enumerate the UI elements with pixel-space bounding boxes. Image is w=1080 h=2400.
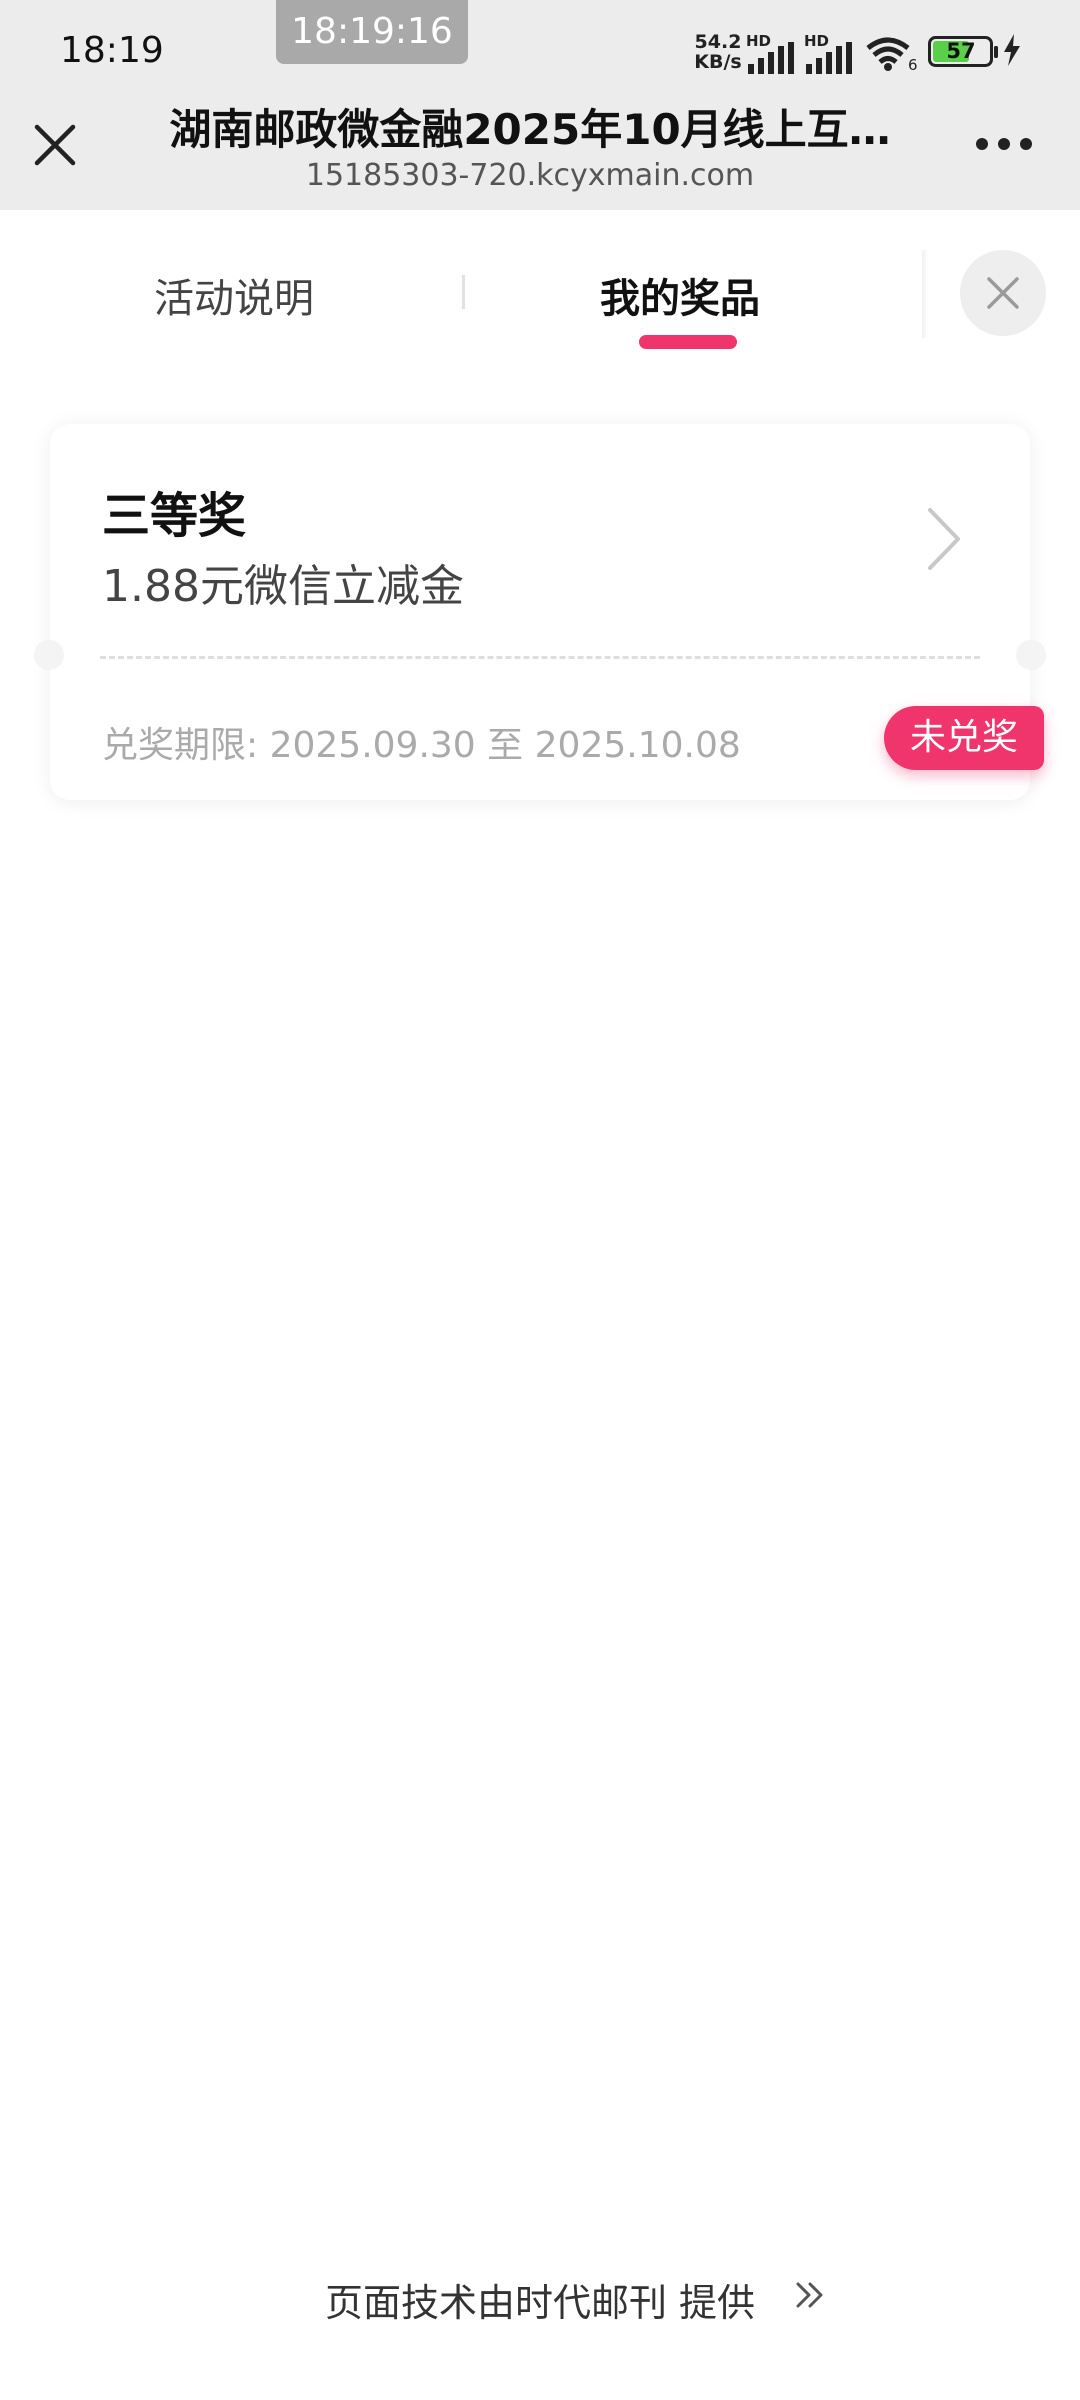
redeem-period-sep: 至 (487, 725, 524, 766)
battery-level: 57 (946, 39, 976, 63)
close-icon (987, 277, 1019, 309)
tab-activity-rules[interactable]: 活动说明 (154, 266, 314, 324)
footer: 页面技术由时代邮刊 提供 (0, 2272, 1080, 2327)
page-url: 15185303-720.kcyxmain.com (305, 158, 755, 193)
redeem-period-start: 2025.09.30 (269, 725, 476, 766)
redeem-period-end: 2025.10.08 (534, 725, 741, 766)
wifi-label: 6 (908, 56, 918, 74)
prize-level: 三等奖 (102, 488, 247, 544)
network-speed-unit: KB/s (694, 51, 742, 73)
tab-divider (462, 275, 465, 309)
more-options-icon[interactable] (976, 134, 1032, 154)
ticket-divider (100, 656, 980, 659)
screenshot-timestamp: 18:19:16 (276, 0, 468, 64)
prize-name: 1.88元微信立减金 (102, 561, 464, 612)
browser-header: 18:19 18:19:16 54.2 KB/s HD HD 6 57 湖南邮政… (0, 0, 1080, 210)
redeem-period: 兑奖期限: 2025.09.30 至 2025.10.08 (102, 716, 741, 768)
network-speed: 54.2 KB/s (692, 32, 744, 72)
wifi-icon: 6 (864, 34, 918, 76)
close-icon[interactable] (30, 120, 80, 170)
prize-card[interactable]: 三等奖 1.88元微信立减金 兑奖期限: 2025.09.30 至 2025.1… (34, 424, 1046, 800)
network-speed-value: 54.2 (694, 31, 742, 53)
tab-bar: 活动说明 我的奖品 (0, 210, 1080, 370)
ticket-notch-right (1016, 640, 1046, 670)
chevron-right-icon[interactable] (924, 506, 964, 576)
redeem-status-badge[interactable]: 未兑奖 (884, 706, 1044, 770)
footer-credit[interactable]: 页面技术由时代邮刊 提供 (325, 2281, 755, 2325)
redeem-period-label: 兑奖期限: (102, 725, 259, 766)
double-chevron-right-icon[interactable] (794, 2278, 828, 2316)
panel-close-button[interactable] (960, 250, 1046, 336)
status-time: 18:19 (60, 30, 164, 71)
tab-my-prizes[interactable]: 我的奖品 (600, 266, 760, 324)
ticket-notch-left (34, 640, 64, 670)
charging-icon (1002, 34, 1022, 70)
tab-bar-edge (922, 250, 928, 338)
page-title: 湖南邮政微金融2025年10月线上互… (169, 105, 891, 154)
active-tab-indicator (639, 335, 737, 349)
